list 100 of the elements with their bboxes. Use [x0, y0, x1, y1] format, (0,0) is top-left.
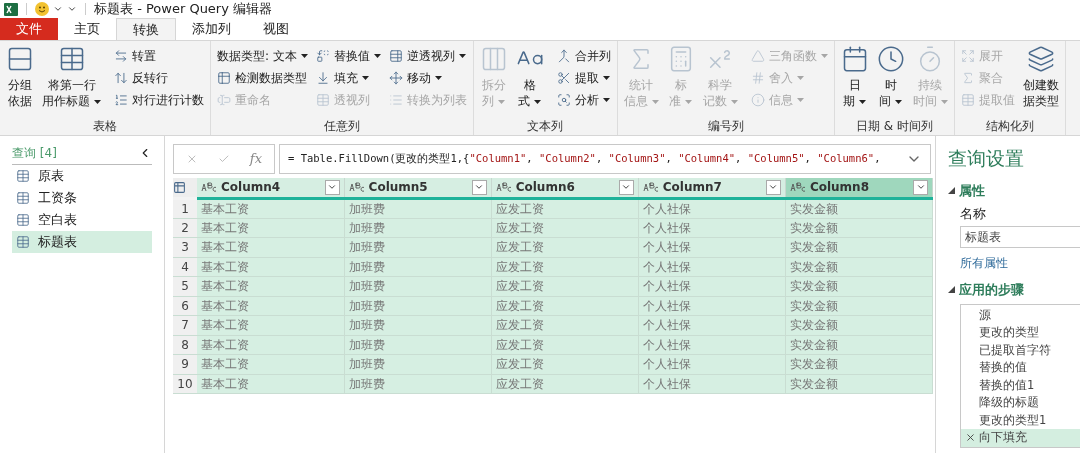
group-label: 结构化列 — [985, 118, 1034, 135]
ribbon-button[interactable]: 转置 — [114, 45, 204, 67]
table-icon — [388, 49, 403, 63]
arrows-icon — [114, 49, 128, 63]
table-cell: 基本工资 — [197, 218, 345, 238]
table-icon — [217, 71, 231, 85]
caret-icon — [602, 98, 610, 102]
table-cell: 基本工资 — [197, 296, 345, 316]
triangle-icon — [750, 49, 765, 63]
column-header[interactable]: Column4 — [197, 178, 345, 198]
ribbon-button[interactable]: 移动 — [388, 67, 467, 89]
row-number: 9 — [173, 354, 197, 374]
ribbon-button[interactable]: 创建数 据类型 — [1018, 41, 1063, 109]
list-icon — [388, 93, 403, 107]
caret-icon — [602, 76, 610, 80]
smiley-icon[interactable] — [35, 2, 49, 16]
ribbon-button[interactable]: 分析 — [556, 89, 611, 111]
customize-icon[interactable] — [67, 4, 77, 14]
ribbon-button[interactable]: 填充 — [315, 67, 381, 89]
row-number: 1 — [173, 198, 197, 218]
step-item[interactable]: 替换的值1 — [961, 376, 1080, 394]
ribbon-button[interactable]: 替换值 — [315, 45, 381, 67]
table-cell: 基本工资 — [197, 198, 345, 218]
ribbon-tab[interactable]: 主页 — [58, 18, 116, 40]
ribbon-button[interactable]: 将第一行 用作标题 — [38, 41, 105, 109]
ribbon-button[interactable]: 检测数据类型 — [217, 67, 308, 89]
caret-icon — [730, 99, 738, 104]
ribbon-button[interactable]: 格 式 — [511, 41, 548, 109]
caret-icon — [685, 99, 693, 104]
section-heading: 应用的步骤 — [959, 281, 1024, 299]
caret-icon — [94, 99, 101, 104]
fx-label[interactable]: fx — [249, 149, 262, 169]
query-item[interactable]: 原表 — [12, 165, 152, 187]
ribbon-tab[interactable]: 视图 — [247, 18, 305, 40]
step-item[interactable]: 已提取首字符 — [961, 341, 1080, 359]
replace-icon — [315, 49, 330, 63]
ribbon-tab[interactable]: 添加列 — [176, 18, 247, 40]
group-label: 编号列 — [707, 118, 744, 135]
step-item[interactable]: 向下填充 — [961, 429, 1080, 447]
hash-icon — [750, 71, 765, 85]
column-header[interactable]: Column6 — [491, 178, 639, 198]
group-label: 日期 & 时间列 — [855, 118, 933, 135]
table-icon — [16, 191, 30, 205]
text-type-icon — [348, 182, 365, 193]
dropdown-icon[interactable] — [53, 4, 63, 14]
column-header[interactable]: Column7 — [638, 178, 786, 198]
ribbon-button[interactable]: 提取 — [556, 67, 611, 89]
query-item[interactable]: 空白表 — [12, 209, 152, 231]
delete-icon[interactable] — [965, 432, 976, 444]
text-type-icon — [789, 182, 806, 193]
ribbon-button[interactable]: 分组 依据 — [2, 41, 38, 109]
ribbon-button[interactable]: 反转行 — [114, 67, 204, 89]
collapse-triangle-icon[interactable] — [948, 286, 955, 294]
ribbon-button[interactable]: 对行进行计数 — [114, 89, 204, 111]
column-header[interactable]: Column5 — [344, 178, 492, 198]
all-properties-link[interactable]: 所有属性 — [960, 254, 1080, 272]
table-menu-icon[interactable] — [173, 180, 186, 194]
caret-icon — [534, 99, 542, 104]
step-item[interactable]: 更改的类型1 — [961, 411, 1080, 429]
step-item[interactable]: 更改的类型 — [961, 324, 1080, 342]
caret-icon — [859, 99, 867, 104]
ribbon-tab[interactable]: 转换 — [116, 18, 176, 40]
caret-icon — [895, 99, 903, 104]
ribbon-button[interactable]: 日 期 — [836, 41, 873, 109]
table-cell: 基本工资 — [197, 237, 345, 257]
table-cell: 基本工资 — [197, 335, 345, 355]
name-field[interactable]: 标题表 — [960, 226, 1080, 248]
caret-icon — [373, 54, 381, 58]
table-icon — [16, 213, 30, 227]
caret-icon — [458, 54, 466, 58]
ribbon-button[interactable]: 时 间 — [872, 41, 909, 109]
formula-field[interactable]: = Table.FillDown(更改的类型1,{"Column1", "Column2", "Column3", "Column4", "Column5", "Column6", — [279, 144, 931, 174]
query-item[interactable]: 工资条 — [12, 187, 152, 209]
row-number: 5 — [173, 276, 197, 296]
scissors-icon — [556, 71, 571, 85]
search-icon — [556, 93, 571, 107]
ribbon-button[interactable]: 合并列 — [556, 45, 611, 67]
ribbon-button[interactable]: 逆透视列 — [388, 45, 467, 67]
step-item[interactable]: 替换的值 — [961, 359, 1080, 377]
window-title: 标题表 - Power Query 编辑器 — [94, 0, 273, 19]
layers-icon — [1026, 45, 1055, 73]
ribbon-tab[interactable]: 文件 — [0, 18, 58, 40]
table-cell: 基本工资 — [197, 257, 345, 277]
query-item[interactable]: 标题表 — [12, 231, 152, 253]
caret-icon — [651, 99, 659, 104]
table-cell: 基本工资 — [197, 315, 345, 335]
row-number: 7 — [173, 315, 197, 335]
collapse-triangle-icon[interactable] — [948, 186, 955, 194]
group-label: 文本列 — [527, 118, 564, 135]
step-item[interactable]: 源 — [961, 306, 1080, 324]
arrow-down-icon — [315, 71, 330, 85]
rows-icon — [6, 45, 34, 73]
column-header[interactable]: Column8 — [785, 178, 933, 198]
caret-icon — [940, 99, 948, 104]
step-item[interactable]: 降级的标题 — [961, 394, 1080, 412]
table-cell: 基本工资 — [197, 276, 345, 296]
expand-icon — [960, 49, 975, 63]
caret-icon — [820, 54, 828, 58]
ribbon-button[interactable]: 数据类型: 文本 — [217, 45, 308, 67]
text-type-icon — [201, 182, 217, 193]
